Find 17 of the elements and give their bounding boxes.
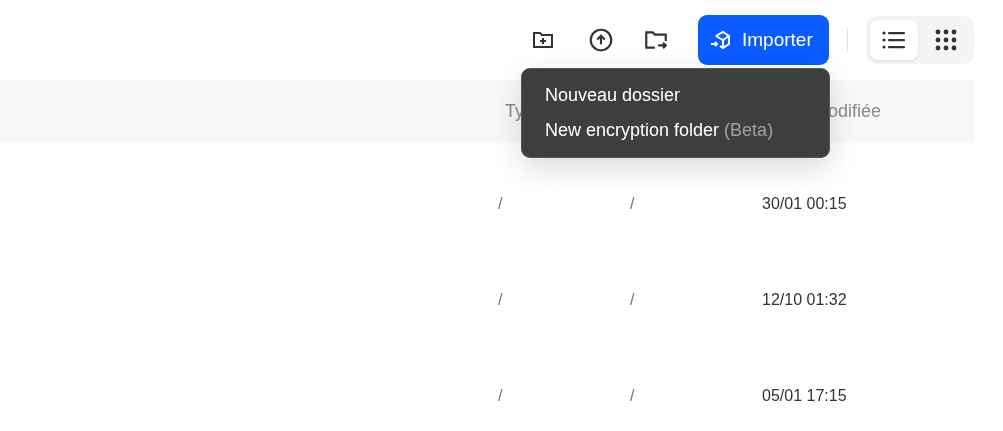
- menu-item[interactable]: Nouveau dossier: [522, 78, 829, 113]
- list-view-button[interactable]: [870, 20, 918, 60]
- table-cell-text: /: [498, 291, 504, 309]
- import-button[interactable]: Importer: [698, 15, 829, 65]
- table-cell: 30/01 00:15: [762, 195, 847, 213]
- table-cell-text: /: [630, 387, 636, 405]
- menu-item[interactable]: New encryption folder (Beta): [522, 113, 829, 148]
- table-cell-text: /: [630, 195, 636, 213]
- table-cell: 12/10 01:32: [762, 291, 847, 309]
- table-cell-text: /: [498, 387, 504, 405]
- box-icon: [708, 28, 732, 52]
- grid-icon: [935, 29, 957, 51]
- table-cell-text: /: [630, 291, 636, 309]
- table-cell: 05/01 17:15: [762, 387, 847, 405]
- column-header: odifiée: [828, 101, 882, 122]
- list-icon: [882, 30, 906, 50]
- table-cell-text: /: [498, 195, 504, 213]
